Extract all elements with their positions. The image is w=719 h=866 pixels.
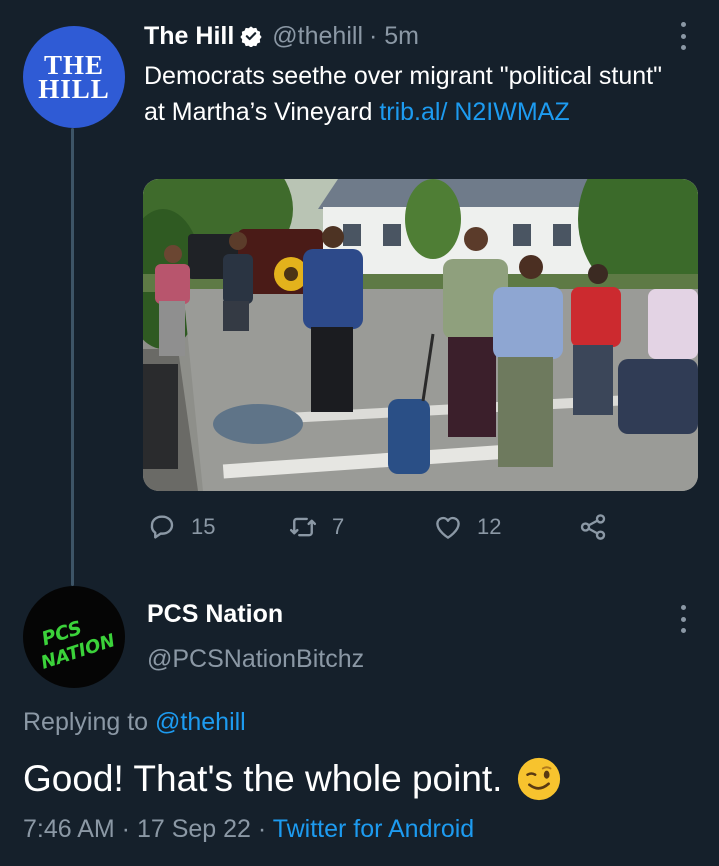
the-hill-logo: THE HILL xyxy=(38,50,110,104)
replying-handle[interactable]: @thehill xyxy=(155,708,246,736)
heart-icon xyxy=(436,516,460,539)
tweet-text: Democrats seethe over migrant "political… xyxy=(144,58,684,130)
reply-client[interactable]: Twitter for Android xyxy=(273,815,474,843)
reply-author-name[interactable]: PCS Nation xyxy=(147,600,283,629)
reply-more-options-icon[interactable] xyxy=(677,605,689,633)
reply-count: 15 xyxy=(191,514,216,539)
reply-icon xyxy=(150,515,174,539)
winking-face-emoji-icon xyxy=(518,757,561,801)
like-button[interactable]: 12 xyxy=(433,505,501,549)
pcs-nation-logo: PCS NATION xyxy=(38,617,117,674)
share-icon xyxy=(580,514,606,540)
replying-to: Replying to @thehill xyxy=(23,708,246,737)
retweet-icon xyxy=(289,517,317,537)
share-button[interactable] xyxy=(578,505,608,549)
tweet-time: · 5m xyxy=(369,21,419,50)
thread-line xyxy=(71,128,74,586)
tweet-header: The Hill @thehill · 5m xyxy=(144,18,419,54)
photo-scene xyxy=(143,179,698,491)
tweet-photo[interactable] xyxy=(143,179,698,491)
verified-badge-icon xyxy=(240,26,262,47)
reply-meta: 7:46 AM · 17 Sep 22 · Twitter for Androi… xyxy=(23,815,474,844)
tweet-link[interactable]: trib.al/ N2IWMAZ xyxy=(379,98,569,126)
reply-timestamp: 7:46 AM · 17 Sep 22 · xyxy=(23,815,273,843)
reply-text: Good! That's the whole point. xyxy=(23,756,562,802)
retweet-button[interactable]: 7 xyxy=(288,505,344,549)
retweet-count: 7 xyxy=(332,514,345,539)
reply-body: Good! That's the whole point. xyxy=(23,758,503,799)
replying-label: Replying to xyxy=(23,708,156,736)
like-count: 12 xyxy=(477,514,502,539)
pcs-nation-avatar[interactable]: PCS NATION xyxy=(23,586,125,688)
author-handle[interactable]: @thehill xyxy=(272,22,363,51)
author-name[interactable]: The Hill xyxy=(144,22,234,51)
reply-button[interactable]: 15 xyxy=(147,505,215,549)
reply-author-handle[interactable]: @PCSNationBitchz xyxy=(147,645,364,674)
the-hill-avatar[interactable]: THE HILL xyxy=(23,26,125,128)
more-options-icon[interactable] xyxy=(677,22,689,50)
